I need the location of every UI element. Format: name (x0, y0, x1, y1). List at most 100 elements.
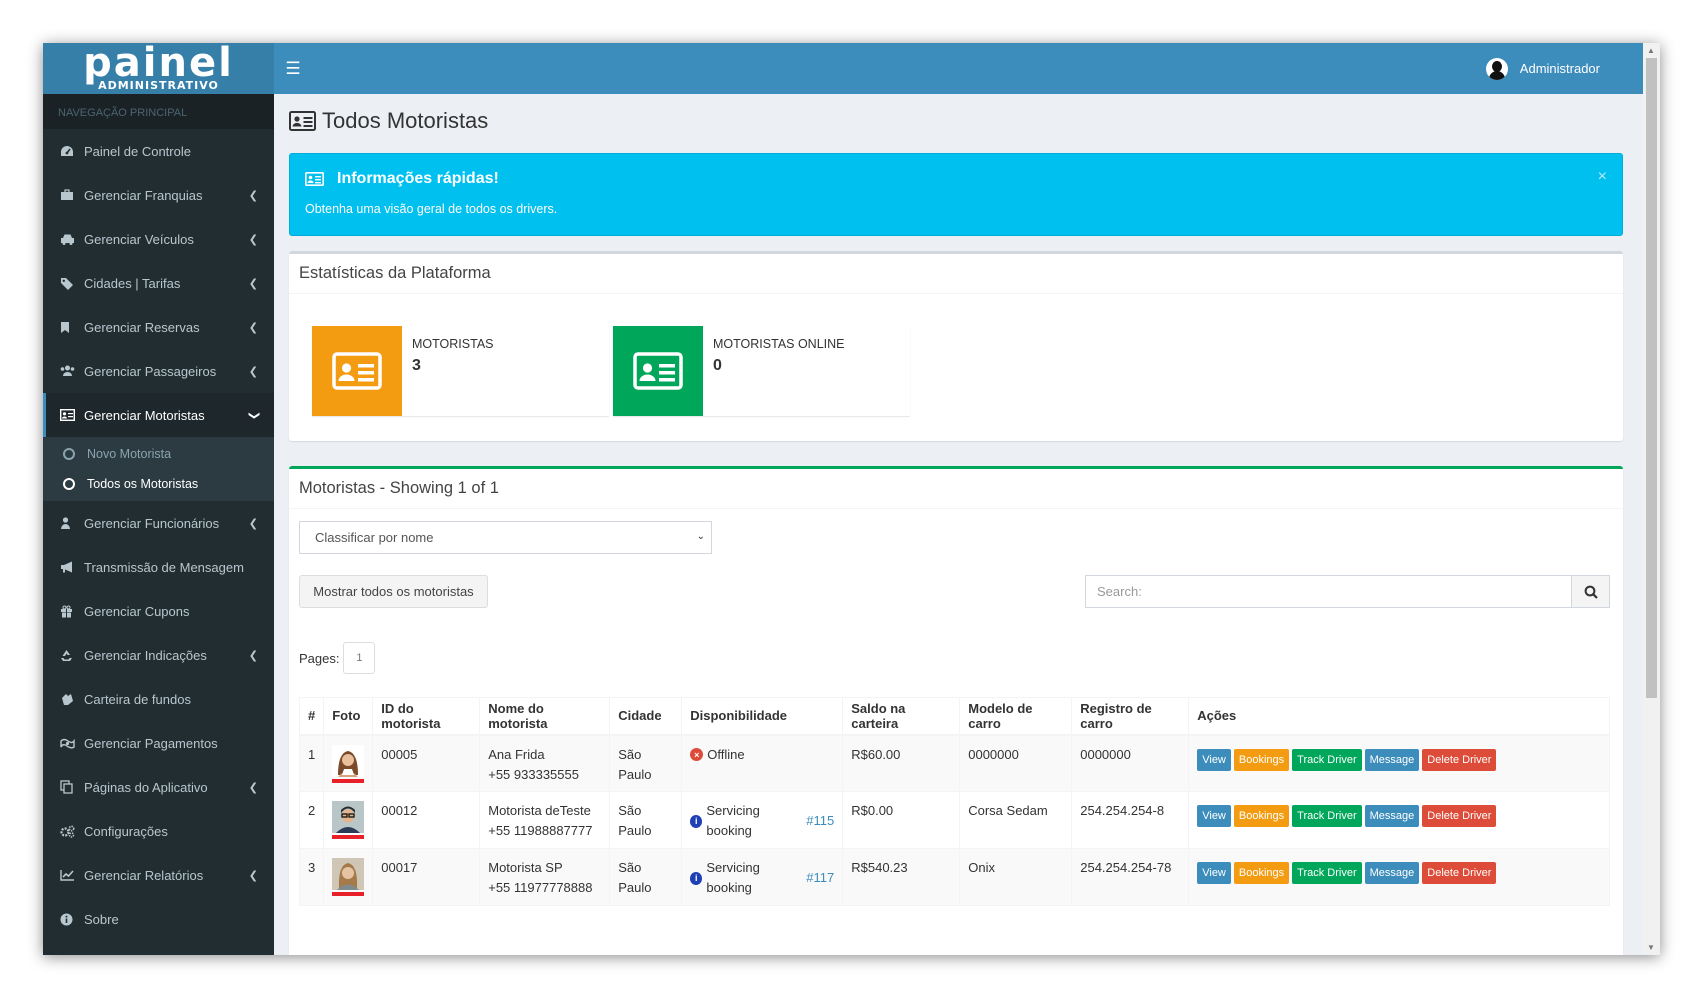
table-row: 1 00005 Ana Frida +55 933335555 São Paul… (298, 734, 1610, 792)
sidebar-item-motoristas[interactable]: Gerenciar Motoristas ❮ (43, 393, 274, 437)
circle-icon (63, 478, 75, 490)
sidebar-item-transmissao[interactable]: Transmissão de Mensagem (43, 545, 274, 589)
drivers-box: Motoristas - Showing 1 of 1 Classificar … (289, 466, 1623, 955)
sidebar-item-reservas[interactable]: Gerenciar Reservas ❮ (43, 305, 274, 349)
cell-availability: × Offline (681, 734, 844, 792)
chevron-left-icon: ❮ (248, 869, 258, 882)
sidebar-item-sobre[interactable]: Sobre (43, 897, 274, 941)
table-header-row: # Foto ID do motorista Nome do motorista… (298, 697, 1610, 736)
brand-logo[interactable]: painel ADMINISTRATIVO (43, 43, 274, 94)
sort-select-value: Classificar por nome (315, 530, 434, 545)
cell-driver-name: Motorista deTeste +55 11988887777 (479, 791, 611, 849)
user-menu[interactable]: Administrador (1485, 43, 1600, 94)
delete-driver-button[interactable]: Delete Driver (1422, 862, 1497, 884)
chevron-left-icon: ❮ (248, 321, 258, 334)
info-icon (60, 913, 82, 926)
bookings-button[interactable]: Bookings (1233, 748, 1290, 771)
gift-icon (60, 605, 82, 618)
scroll-up-icon[interactable]: ▲ (1647, 46, 1655, 55)
drivers-title: Motoristas - Showing 1 of 1 (289, 469, 1623, 509)
sort-select[interactable]: Classificar por nome ⌄ (299, 521, 712, 554)
message-button[interactable]: Message (1364, 862, 1420, 884)
top-navbar: ☰ Administrador (274, 43, 1660, 94)
sidebar-item-cupons[interactable]: Gerenciar Cupons (43, 589, 274, 633)
page-title-text: Todos Motoristas (322, 108, 489, 133)
submenu-motoristas: Novo Motorista Todos os Motoristas (43, 437, 274, 501)
stat-text: MOTORISTAS ONLINE 0 (703, 326, 855, 416)
bookings-button[interactable]: Bookings (1233, 862, 1290, 884)
message-button[interactable]: Message (1364, 748, 1420, 771)
car-icon (60, 233, 82, 245)
message-button[interactable]: Message (1364, 805, 1420, 827)
scrollbar-thumb[interactable] (1646, 58, 1657, 698)
sidebar-item-cidades[interactable]: Cidades | Tarifas ❮ (43, 261, 274, 305)
table-row: 3 00017 Motorista SP +55 11977778888 São… (298, 848, 1610, 906)
sidebar-item-label: Painel de Controle (84, 143, 191, 159)
users-icon (60, 365, 82, 377)
stat-icon-wrap (312, 326, 402, 416)
sidebar-item-configuracoes[interactable]: Configurações (43, 809, 274, 853)
page-scrollbar[interactable]: ▲ ▼ (1643, 43, 1660, 955)
track-driver-button[interactable]: Track Driver (1292, 748, 1362, 771)
info-circle-icon: i (690, 814, 703, 828)
sidebar-item-funcionarios[interactable]: Gerenciar Funcionários ❮ (43, 501, 274, 545)
alert-message: Obtenha uma visão geral de todos os driv… (305, 202, 558, 216)
cell-photo (323, 791, 374, 849)
sidebar-item-paginas[interactable]: Páginas do Aplicativo ❮ (43, 765, 274, 809)
column-header: Registro de carro (1071, 697, 1190, 736)
submenu-item-label: Novo Motorista (87, 447, 172, 461)
cell-car-plate: 254.254.254-78 (1071, 848, 1190, 906)
sidebar-item-indicacoes[interactable]: Gerenciar Indicações ❮ (43, 633, 274, 677)
sidebar-item-label: Gerenciar Funcionários (84, 515, 220, 531)
view-button[interactable]: View (1197, 805, 1231, 827)
chevron-left-icon: ❮ (248, 189, 258, 202)
user-icon (60, 517, 82, 529)
cell-city: São Paulo (609, 848, 683, 906)
sidebar-item-pagamentos[interactable]: Gerenciar Pagamentos (43, 721, 274, 765)
search-input[interactable]: Search: (1085, 575, 1572, 608)
stat-value: 0 (713, 357, 722, 374)
hamburger-icon[interactable]: ☰ (274, 59, 312, 79)
submenu-item-todos-motoristas[interactable]: Todos os Motoristas (43, 469, 274, 499)
tags-icon (60, 277, 82, 290)
sidebar-item-carteira[interactable]: Carteira de fundos (43, 677, 274, 721)
cell-driver-name: Motorista SP +55 11977778888 (479, 848, 611, 906)
search-button[interactable] (1572, 575, 1610, 608)
view-button[interactable]: View (1197, 748, 1231, 771)
pages-label: Pages: (299, 650, 340, 666)
user-name: Administrador (1519, 61, 1600, 76)
stats-box: Estatísticas da Plataforma MOTORISTAS 3 … (289, 251, 1623, 441)
dashboard-icon (60, 145, 82, 157)
close-icon[interactable]: × (1598, 168, 1607, 186)
view-button[interactable]: View (1197, 862, 1231, 884)
bookings-button[interactable]: Bookings (1233, 805, 1290, 827)
bullhorn-icon (60, 561, 82, 573)
column-header: Disponibilidade (681, 697, 844, 736)
cell-car-plate: 0000000 (1071, 734, 1190, 792)
track-driver-button[interactable]: Track Driver (1292, 805, 1362, 827)
sidebar-item-franquias[interactable]: Gerenciar Franquias ❮ (43, 173, 274, 217)
page-button[interactable]: 1 (343, 642, 376, 674)
submenu-item-novo-motorista[interactable]: Novo Motorista (43, 439, 274, 469)
delete-driver-button[interactable]: Delete Driver (1422, 805, 1497, 827)
sidebar-item-label: Transmissão de Mensagem (84, 559, 244, 575)
cell-actions: View Bookings Track Driver Message Delet… (1188, 734, 1610, 792)
sidebar-item-relatorios[interactable]: Gerenciar Relatórios ❮ (43, 853, 274, 897)
delete-driver-button[interactable]: Delete Driver (1422, 748, 1497, 771)
column-header: Ações (1188, 697, 1610, 736)
sidebar-item-label: Sobre (84, 911, 119, 927)
drivers-table: # Foto ID do motorista Nome do motorista… (298, 697, 1610, 906)
show-all-drivers-button[interactable]: Mostrar todos os motoristas (299, 575, 488, 608)
sidebar-item-passageiros[interactable]: Gerenciar Passageiros ❮ (43, 349, 274, 393)
sidebar-item-veiculos[interactable]: Gerenciar Veículos ❮ (43, 217, 274, 261)
track-driver-button[interactable]: Track Driver (1292, 862, 1362, 884)
booking-link[interactable]: #115 (806, 811, 834, 831)
money-icon (60, 738, 82, 749)
cell-city: São Paulo (609, 791, 683, 849)
sidebar-item-label: Gerenciar Reservas (84, 319, 200, 335)
booking-link[interactable]: #117 (806, 868, 834, 888)
scroll-down-icon[interactable]: ▼ (1647, 943, 1655, 952)
sidebar-item-label: Gerenciar Pagamentos (84, 735, 218, 751)
sidebar-item-dashboard[interactable]: Painel de Controle (43, 129, 274, 173)
availability-status: × Offline (690, 745, 834, 765)
